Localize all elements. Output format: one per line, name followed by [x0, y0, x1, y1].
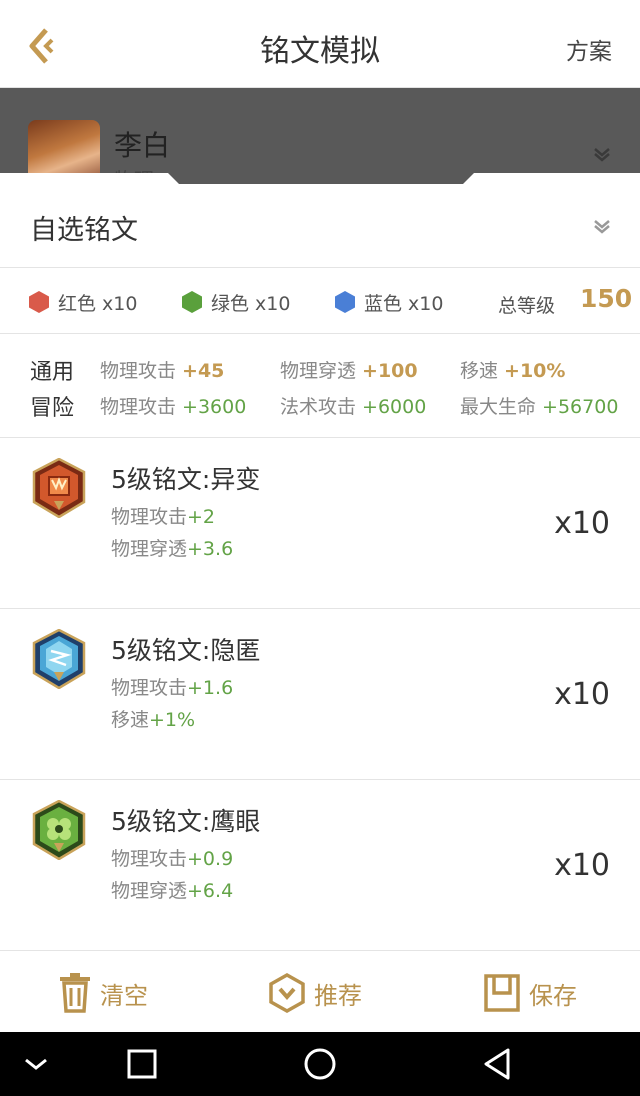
red-hexagon-icon — [29, 291, 49, 313]
chevron-down-icon — [592, 146, 612, 166]
general-stat: 物理穿透 +100 — [280, 356, 418, 383]
attr-value: +1% — [149, 709, 196, 731]
rune-count[interactable]: x10 — [554, 506, 610, 541]
clear-button[interactable]: 清空 — [58, 973, 148, 1013]
stat-value: +45 — [182, 360, 225, 382]
rune-set-selector[interactable]: 自选铭文 — [0, 184, 640, 268]
attr-name: 物理攻击 — [111, 848, 188, 870]
general-label: 通用 — [30, 360, 75, 385]
stat-name: 物理穿透 — [280, 360, 363, 382]
attr-name: 物理攻击 — [111, 677, 188, 699]
rune-title: 5级铭文:异变 — [111, 465, 261, 494]
green-count: 绿色 x10 — [181, 289, 290, 315]
adventure-label: 冒险 — [30, 396, 75, 421]
rune-title: 5级铭文:鹰眼 — [111, 807, 261, 836]
total-level-label: 总等级 — [498, 295, 556, 317]
trash-icon — [60, 973, 90, 1013]
chevron-down-icon — [592, 218, 612, 238]
red-rune-icon — [32, 458, 86, 518]
blue-hexagon-icon — [335, 291, 355, 313]
red-count: 红色 x10 — [28, 289, 137, 315]
clear-label: 清空 — [100, 981, 148, 1010]
rune-attribute: 物理攻击+1.6 — [111, 673, 233, 700]
save-label: 保存 — [529, 981, 577, 1010]
adventure-stat: 法术攻击 +6000 — [280, 392, 426, 419]
back-nav-icon[interactable] — [480, 1046, 516, 1082]
attr-value: +1.6 — [187, 677, 234, 699]
save-button[interactable]: 保存 — [483, 973, 577, 1013]
recommend-icon — [269, 973, 305, 1013]
general-stat: 移速 +10% — [460, 356, 565, 383]
blue-count: 蓝色 x10 — [334, 289, 443, 315]
rune-title: 5级铭文:隐匿 — [111, 636, 261, 665]
stat-value: +3600 — [182, 396, 247, 418]
save-icon — [484, 974, 520, 1012]
red-count-label: 红色 x10 — [58, 292, 138, 315]
adventure-stat: 物理攻击 +3600 — [100, 392, 246, 419]
rune-attribute: 物理穿透+6.4 — [111, 876, 233, 903]
page-title: 铭文模拟 — [260, 34, 380, 69]
stat-name: 法术攻击 — [280, 396, 363, 418]
green-count-label: 绿色 x10 — [211, 292, 291, 315]
stat-value: +56700 — [542, 396, 619, 418]
header-bar: 铭文模拟 方案 — [0, 0, 640, 88]
rune-set-label: 自选铭文 — [30, 215, 138, 246]
general-stat: 物理攻击 +45 — [100, 356, 224, 383]
plan-button[interactable]: 方案 — [566, 32, 612, 66]
blue-rune-icon — [32, 629, 86, 689]
stat-value: +10% — [504, 360, 566, 382]
attr-value: +6.4 — [187, 880, 234, 902]
hero-selector-overlay[interactable]: 李白 物理 — [0, 88, 640, 184]
rune-attribute: 移速+1% — [111, 705, 195, 732]
rune-list-item[interactable]: 5级铭文:隐匿 物理攻击+1.6 移速+1% x10 — [0, 609, 640, 780]
rune-count[interactable]: x10 — [554, 677, 610, 712]
attr-value: +2 — [187, 506, 216, 528]
collapse-icon[interactable] — [18, 1046, 54, 1082]
blue-count-label: 蓝色 x10 — [364, 292, 444, 315]
rune-count[interactable]: x10 — [554, 848, 610, 883]
bottom-action-bar: 清空 推荐 保存 — [0, 950, 640, 1032]
recommend-button[interactable]: 推荐 — [268, 973, 362, 1013]
green-rune-icon — [32, 800, 86, 860]
attr-name: 物理穿透 — [111, 538, 188, 560]
stat-name: 物理攻击 — [100, 396, 183, 418]
attr-name: 移速 — [111, 709, 150, 731]
stat-name: 移速 — [460, 360, 505, 382]
rune-color-summary: 红色 x10 绿色 x10 蓝色 x10 总等级 150 — [0, 268, 640, 334]
rune-list-item[interactable]: 5级铭文:异变 物理攻击+2 物理穿透+3.6 x10 — [0, 438, 640, 609]
adventure-stat: 最大生命 +56700 — [460, 392, 618, 419]
home-icon[interactable] — [302, 1046, 338, 1082]
rune-attribute: 物理穿透+3.6 — [111, 534, 233, 561]
recommend-label: 推荐 — [314, 981, 362, 1010]
attr-value: +3.6 — [187, 538, 234, 560]
stat-value: +6000 — [362, 396, 427, 418]
rune-attribute: 物理攻击+0.9 — [111, 844, 233, 871]
stat-value: +100 — [362, 360, 418, 382]
rune-attribute: 物理攻击+2 — [111, 502, 215, 529]
rune-list-item[interactable]: 5级铭文:鹰眼 物理攻击+0.9 物理穿透+6.4 x10 — [0, 780, 640, 951]
attr-name: 物理攻击 — [111, 506, 188, 528]
recents-icon[interactable] — [124, 1046, 160, 1082]
attr-name: 物理穿透 — [111, 880, 188, 902]
attr-value: +0.9 — [187, 848, 234, 870]
green-hexagon-icon — [182, 291, 202, 313]
stat-name: 最大生命 — [460, 396, 543, 418]
hero-name: 李白 — [114, 129, 171, 162]
total-level-value: 150 — [580, 284, 633, 313]
stats-summary: 通用 冒险 物理攻击 +45 物理穿透 +100 移速 +10% 物理攻击 +3… — [0, 334, 640, 438]
system-nav-bar — [0, 1032, 640, 1096]
stat-name: 物理攻击 — [100, 360, 183, 382]
